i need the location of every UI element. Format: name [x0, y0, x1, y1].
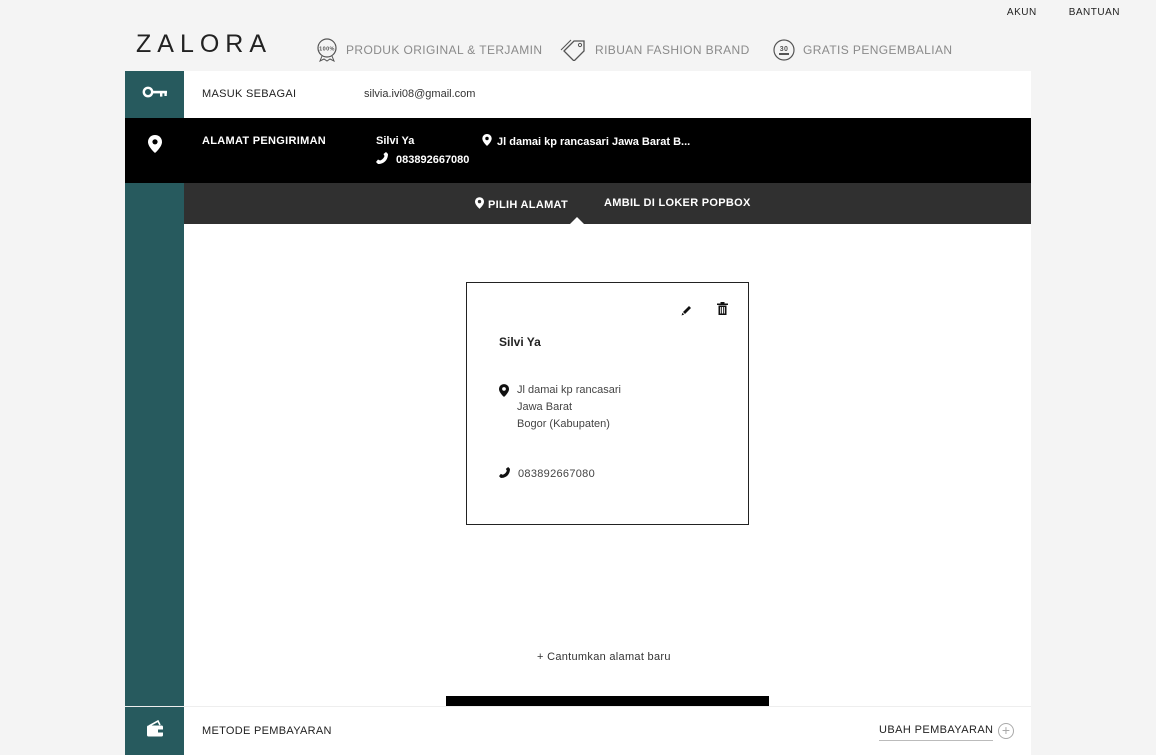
- usp-brands: RIBUAN FASHION BRAND: [560, 38, 750, 62]
- shipping-address: Jl damai kp rancasari Jawa Barat B...: [482, 134, 690, 149]
- location-pin-icon: [475, 197, 484, 212]
- phone-icon: [499, 467, 510, 481]
- trash-icon[interactable]: [717, 302, 728, 320]
- checkout-panel: MASUK SEBAGAI silvia.ivi08@gmail.com ALA…: [125, 71, 1031, 755]
- location-pin-icon: [482, 134, 492, 149]
- location-pin-icon: [147, 135, 162, 158]
- tab-popbox-locker-label: AMBIL DI LOKER POPBOX: [604, 197, 751, 209]
- tab-select-address-label: PILIH ALAMAT: [488, 198, 568, 211]
- svg-text:100%: 100%: [319, 47, 335, 53]
- shipping-phone: 083892667080: [376, 152, 469, 167]
- shipping-phone-text: 083892667080: [396, 153, 470, 166]
- tags-icon: [560, 38, 588, 62]
- wallet-icon: [146, 719, 164, 743]
- address-card-address: Jl damai kp rancasari Jawa Barat Bogor (…: [499, 382, 621, 433]
- address-line: Bogor (Kabupaten): [517, 418, 610, 430]
- top-utility-nav: AKUN BANTUAN: [1007, 7, 1120, 18]
- shipping-label: ALAMAT PENGIRIMAN: [202, 135, 327, 147]
- svg-text:30: 30: [780, 46, 789, 53]
- key-icon: [142, 85, 168, 104]
- address-line: Jl damai kp rancasari: [517, 384, 621, 396]
- original-badge-icon: 100%: [315, 38, 339, 62]
- login-row: MASUK SEBAGAI silvia.ivi08@gmail.com: [125, 71, 1031, 118]
- edit-pencil-icon[interactable]: [681, 303, 693, 321]
- shipping-step-marker: [125, 118, 184, 183]
- expand-plus-icon[interactable]: +: [998, 723, 1014, 739]
- return-30-days-icon: 30: [772, 38, 796, 62]
- location-pin-icon: [499, 382, 509, 433]
- usp-brands-label: RIBUAN FASHION BRAND: [595, 43, 750, 57]
- shipping-address-text: Jl damai kp rancasari Jawa Barat B...: [497, 135, 691, 148]
- payment-label: METODE PEMBAYARAN: [202, 725, 332, 737]
- login-email: silvia.ivi08@gmail.com: [364, 88, 476, 100]
- address-card-name: Silvi Ya: [499, 335, 541, 349]
- phone-icon: [376, 152, 388, 167]
- step-sidebar-column: [125, 183, 184, 706]
- address-tabs: PILIH ALAMAT AMBIL DI LOKER POPBOX: [184, 183, 1031, 224]
- login-step-marker: [125, 71, 184, 118]
- address-line: Jawa Barat: [517, 401, 573, 413]
- payment-step-marker: [125, 707, 184, 755]
- shipping-row: ALAMAT PENGIRIMAN Silvi Ya Jl damai kp r…: [125, 118, 1031, 183]
- usp-returns: 30 GRATIS PENGEMBALIAN: [772, 38, 952, 62]
- address-content: Silvi Ya Jl damai kp rancasari Jawa Bara…: [184, 224, 1031, 739]
- login-label: MASUK SEBAGAI: [202, 88, 297, 100]
- change-payment-link[interactable]: UBAH PEMBAYARAN: [879, 724, 994, 741]
- shipping-name: Silvi Ya: [376, 135, 415, 147]
- zalora-logo[interactable]: ZALORA: [136, 30, 272, 59]
- usp-original: 100% PRODUK ORIGINAL & TERJAMIN: [315, 38, 542, 62]
- usp-returns-label: GRATIS PENGEMBALIAN: [803, 43, 953, 57]
- payment-row: METODE PEMBAYARAN UBAH PEMBAYARAN +: [125, 706, 1031, 755]
- help-link[interactable]: BANTUAN: [1069, 7, 1120, 18]
- account-link[interactable]: AKUN: [1007, 7, 1037, 18]
- active-tab-caret: [570, 217, 584, 224]
- add-new-address-link[interactable]: + Cantumkan alamat baru: [537, 651, 671, 663]
- address-card-phone: 083892667080: [499, 467, 595, 481]
- address-card[interactable]: Silvi Ya Jl damai kp rancasari Jawa Bara…: [466, 282, 749, 525]
- tab-select-address[interactable]: PILIH ALAMAT: [475, 197, 568, 212]
- tab-popbox-locker[interactable]: AMBIL DI LOKER POPBOX: [604, 197, 751, 209]
- address-card-phone-text: 083892667080: [518, 468, 596, 480]
- usp-original-label: PRODUK ORIGINAL & TERJAMIN: [346, 43, 543, 57]
